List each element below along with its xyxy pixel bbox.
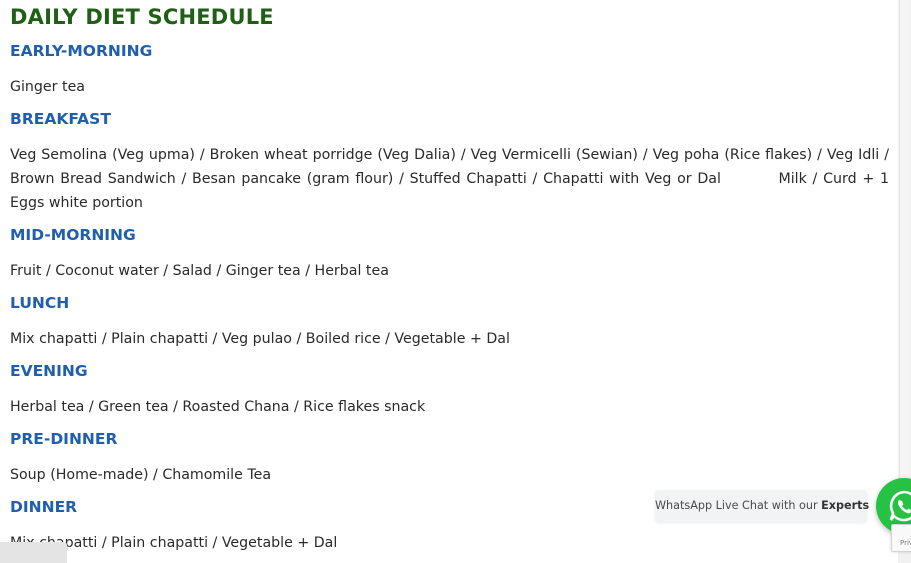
- section-heading-dinner: DINNER: [10, 498, 78, 516]
- section-heading-evening: EVENING: [10, 362, 88, 380]
- bottom-overlay-tab[interactable]: [0, 542, 67, 563]
- recaptcha-badge[interactable]: Priv: [891, 524, 911, 552]
- whatsapp-chat-label: WhatsApp Live Chat with our: [655, 499, 818, 512]
- section-heading-lunch: LUNCH: [10, 294, 70, 312]
- section-text-evening: Herbal tea / Green tea / Roasted Chana /…: [10, 399, 426, 415]
- recaptcha-privacy-label: Priv: [900, 539, 911, 547]
- whatsapp-chat-label-bold: Experts: [821, 499, 870, 512]
- section-text-early-morning: Ginger tea: [10, 79, 85, 95]
- section-heading-pre-dinner: PRE-DINNER: [10, 430, 118, 448]
- section-text-lunch: Mix chapatti / Plain chapatti / Veg pula…: [10, 331, 510, 347]
- page-title: DAILY DIET SCHEDULE: [10, 5, 274, 29]
- section-heading-mid-morning: MID-MORNING: [10, 226, 136, 244]
- whatsapp-chat-bubble[interactable]: WhatsApp Live Chat with our Experts: [655, 490, 870, 522]
- section-heading-breakfast: BREAKFAST: [10, 110, 111, 128]
- section-heading-early-morning: EARLY-MORNING: [10, 42, 153, 60]
- scrollbar-thumb[interactable]: [899, 0, 909, 520]
- section-text-pre-dinner: Soup (Home-made) / Chamomile Tea: [10, 467, 272, 483]
- whatsapp-icon: [889, 490, 911, 522]
- section-text-breakfast: Veg Semolina (Veg upma) / Broken wheat p…: [10, 147, 894, 211]
- section-text-mid-morning: Fruit / Coconut water / Salad / Ginger t…: [10, 263, 389, 279]
